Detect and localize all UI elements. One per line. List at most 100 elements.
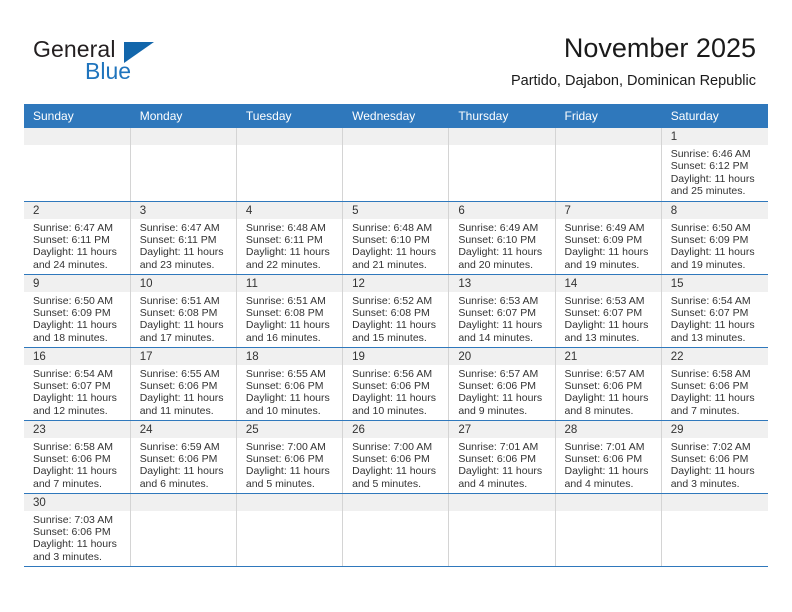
calendar-day-cell[interactable]: 7 Sunrise: 6:49 AM Sunset: 6:09 PM Daylight… xyxy=(555,201,662,275)
calendar-day-cell[interactable]: 10 Sunrise: 6:51 AM Sunset: 6:08 PM Dayligh… xyxy=(130,274,237,348)
sunset-text: Sunset: 6:07 PM xyxy=(33,379,111,392)
calendar-day-cell[interactable]: 8 Sunrise: 6:50 AM Sunset: 6:09 PM Daylight… xyxy=(661,201,768,275)
calendar-day-cell[interactable]: 11 Sunrise: 6:51 AM Sunset: 6:08 PM Dayligh… xyxy=(236,274,344,348)
calendar-day-cell-empty xyxy=(555,493,662,567)
daylight-text-line2: and 10 minutes. xyxy=(352,404,427,417)
calendar-week-row: 1 Sunrise: 6:46 AM Sunset: 6:12 PM Daylight… xyxy=(24,128,768,202)
daylight-text-line2: and 3 minutes. xyxy=(670,477,740,490)
page-header: General Blue November 2025 Partido, Daja… xyxy=(0,0,792,104)
calendar-day-cell[interactable]: 27 Sunrise: 7:01 AM Sunset: 6:06 PM Dayligh… xyxy=(448,420,556,494)
calendar-day-cell[interactable]: 30 Sunrise: 7:03 AM Sunset: 6:06 PM Dayligh… xyxy=(24,493,131,567)
general-blue-logo[interactable]: General Blue xyxy=(33,36,213,88)
day-details: Sunrise: 6:50 AM Sunset: 6:09 PM Daylight:… xyxy=(24,292,130,345)
calendar-day-cell[interactable]: 22 Sunrise: 6:58 AM Sunset: 6:06 PM Dayligh… xyxy=(661,347,768,421)
daylight-text-line2: and 16 minutes. xyxy=(245,331,321,344)
day-number: 13 xyxy=(449,274,555,292)
calendar-day-cell-empty xyxy=(661,493,768,567)
calendar-day-cell[interactable]: 18 Sunrise: 6:55 AM Sunset: 6:06 PM Dayligh… xyxy=(236,347,344,421)
daylight-text-line2: and 13 minutes. xyxy=(670,331,746,344)
day-details: Sunrise: 6:51 AM Sunset: 6:08 PM Daylight:… xyxy=(131,292,236,345)
calendar-day-cell[interactable]: 25 Sunrise: 7:00 AM Sunset: 6:06 PM Dayligh… xyxy=(236,420,344,494)
daylight-text-line1: Daylight: 11 hours xyxy=(33,392,117,405)
sunset-text: Sunset: 6:07 PM xyxy=(670,306,749,319)
day-details: Sunrise: 6:54 AM Sunset: 6:07 PM Daylight:… xyxy=(24,365,130,418)
calendar-day-cell[interactable]: 3 Sunrise: 6:47 AM Sunset: 6:11 PM Daylight… xyxy=(130,201,237,275)
day-number: 16 xyxy=(24,347,130,365)
calendar-day-cell[interactable]: 5 Sunrise: 6:48 AM Sunset: 6:10 PM Daylight… xyxy=(342,201,450,275)
sunrise-text: Sunrise: 7:03 AM xyxy=(33,513,113,526)
daylight-text-line2: and 4 minutes. xyxy=(458,477,528,490)
day-number xyxy=(236,493,343,511)
day-number: 27 xyxy=(449,420,555,438)
daylight-text-line1: Daylight: 11 hours xyxy=(33,246,117,259)
calendar-day-cell[interactable]: 21 Sunrise: 6:57 AM Sunset: 6:06 PM Dayligh… xyxy=(555,347,662,421)
sunrise-text: Sunrise: 6:47 AM xyxy=(33,221,113,234)
sunset-text: Sunset: 6:09 PM xyxy=(670,233,749,246)
calendar-day-cell[interactable]: 29 Sunrise: 7:02 AM Sunset: 6:06 PM Dayligh… xyxy=(661,420,768,494)
calendar-day-cell[interactable]: 9 Sunrise: 6:50 AM Sunset: 6:09 PM Daylight… xyxy=(24,274,131,348)
day-details: Sunrise: 7:01 AM Sunset: 6:06 PM Daylight:… xyxy=(556,438,661,491)
day-details: Sunrise: 6:57 AM Sunset: 6:06 PM Daylight:… xyxy=(449,365,554,418)
daylight-text-line2: and 12 minutes. xyxy=(33,404,108,417)
sunset-text: Sunset: 6:10 PM xyxy=(458,233,536,246)
day-details: Sunrise: 6:53 AM Sunset: 6:07 PM Daylight:… xyxy=(556,292,661,345)
calendar-day-cell[interactable]: 20 Sunrise: 6:57 AM Sunset: 6:06 PM Dayligh… xyxy=(448,347,556,421)
sunset-text: Sunset: 6:06 PM xyxy=(245,379,324,392)
calendar-day-cell-empty xyxy=(342,128,450,202)
daylight-text-line2: and 14 minutes. xyxy=(458,331,534,344)
day-details: Sunrise: 6:55 AM Sunset: 6:06 PM Daylight:… xyxy=(131,365,236,418)
sunset-text: Sunset: 6:08 PM xyxy=(352,306,430,319)
calendar-day-cell[interactable]: 15 Sunrise: 6:54 AM Sunset: 6:07 PM Dayligh… xyxy=(661,274,768,348)
calendar-day-cell[interactable]: 6 Sunrise: 6:49 AM Sunset: 6:10 PM Daylight… xyxy=(448,201,556,275)
daylight-text-line2: and 15 minutes. xyxy=(352,331,427,344)
calendar-day-cell[interactable]: 23 Sunrise: 6:58 AM Sunset: 6:06 PM Dayligh… xyxy=(24,420,131,494)
day-details: Sunrise: 6:48 AM Sunset: 6:11 PM Daylight:… xyxy=(237,219,342,272)
sunrise-text: Sunrise: 6:55 AM xyxy=(245,367,326,380)
daylight-text-line1: Daylight: 11 hours xyxy=(33,538,117,551)
sunrise-text: Sunrise: 6:56 AM xyxy=(352,367,433,380)
day-details: Sunrise: 7:03 AM Sunset: 6:06 PM Daylight:… xyxy=(24,511,130,564)
daylight-text-line2: and 5 minutes. xyxy=(352,477,421,490)
day-number xyxy=(449,493,555,511)
daylight-text-line1: Daylight: 11 hours xyxy=(352,246,436,259)
sunset-text: Sunset: 6:11 PM xyxy=(33,233,110,246)
day-details: Sunrise: 6:58 AM Sunset: 6:06 PM Daylight:… xyxy=(662,365,768,418)
calendar-day-cell[interactable]: 13 Sunrise: 6:53 AM Sunset: 6:07 PM Dayligh… xyxy=(448,274,556,348)
calendar-day-cell[interactable]: 4 Sunrise: 6:48 AM Sunset: 6:11 PM Daylight… xyxy=(236,201,344,275)
sunrise-text: Sunrise: 6:57 AM xyxy=(564,367,645,380)
day-number xyxy=(130,128,236,145)
daylight-text-line1: Daylight: 11 hours xyxy=(670,172,755,185)
calendar-day-cell[interactable]: 26 Sunrise: 7:00 AM Sunset: 6:06 PM Dayligh… xyxy=(342,420,450,494)
calendar-day-cell[interactable]: 16 Sunrise: 6:54 AM Sunset: 6:07 PM Dayligh… xyxy=(24,347,131,421)
day-number: 1 xyxy=(661,128,768,145)
calendar-day-cell[interactable]: 12 Sunrise: 6:52 AM Sunset: 6:08 PM Dayligh… xyxy=(342,274,450,348)
daylight-text-line2: and 4 minutes. xyxy=(564,477,634,490)
day-details: Sunrise: 7:00 AM Sunset: 6:06 PM Daylight:… xyxy=(343,438,448,491)
calendar-day-cell[interactable]: 2 Sunrise: 6:47 AM Sunset: 6:11 PM Daylight… xyxy=(24,201,131,275)
calendar-body: 1 Sunrise: 6:46 AM Sunset: 6:12 PM Daylight… xyxy=(24,128,768,567)
daylight-text-line1: Daylight: 11 hours xyxy=(670,246,755,259)
page-title: November 2025 xyxy=(563,33,756,63)
day-number xyxy=(236,128,343,145)
calendar-day-cell[interactable]: 1 Sunrise: 6:46 AM Sunset: 6:12 PM Daylight… xyxy=(661,128,768,202)
daylight-text-line1: Daylight: 11 hours xyxy=(458,465,543,478)
daylight-text-line1: Daylight: 11 hours xyxy=(458,392,543,405)
daylight-text-line2: and 18 minutes. xyxy=(33,331,108,344)
sunset-text: Sunset: 6:12 PM xyxy=(670,160,749,173)
calendar-day-cell[interactable]: 19 Sunrise: 6:56 AM Sunset: 6:06 PM Dayligh… xyxy=(342,347,450,421)
calendar-week-row: 23 Sunrise: 6:58 AM Sunset: 6:06 PM Dayligh… xyxy=(24,420,768,494)
sunset-text: Sunset: 6:06 PM xyxy=(670,379,749,392)
calendar-day-cell[interactable]: 24 Sunrise: 6:59 AM Sunset: 6:06 PM Dayligh… xyxy=(130,420,237,494)
calendar-day-cell[interactable]: 28 Sunrise: 7:01 AM Sunset: 6:06 PM Dayligh… xyxy=(555,420,662,494)
daylight-text-line1: Daylight: 11 hours xyxy=(245,246,330,259)
calendar-day-cell[interactable]: 17 Sunrise: 6:55 AM Sunset: 6:06 PM Dayligh… xyxy=(130,347,237,421)
calendar-day-cell[interactable]: 14 Sunrise: 6:53 AM Sunset: 6:07 PM Dayligh… xyxy=(555,274,662,348)
day-number: 15 xyxy=(661,274,768,292)
daylight-text-line2: and 7 minutes. xyxy=(33,477,102,490)
daylight-text-line2: and 17 minutes. xyxy=(139,331,215,344)
daylight-text-line1: Daylight: 11 hours xyxy=(33,319,117,332)
day-number: 23 xyxy=(24,420,130,438)
day-number: 26 xyxy=(343,420,449,438)
daylight-text-line1: Daylight: 11 hours xyxy=(564,319,649,332)
sunrise-text: Sunrise: 6:53 AM xyxy=(564,294,645,307)
